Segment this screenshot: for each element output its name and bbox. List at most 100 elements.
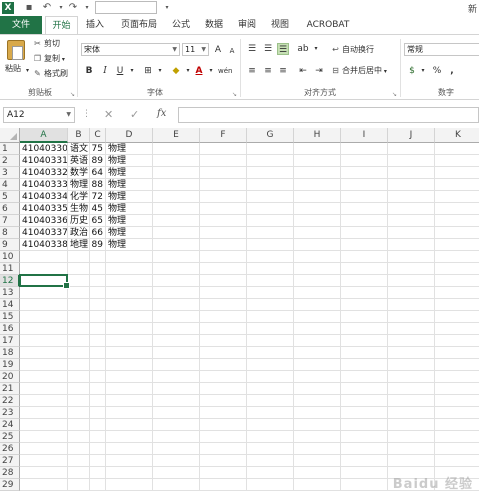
cell-f4[interactable] [200, 179, 247, 191]
cell-f15[interactable] [200, 311, 247, 323]
cell-g18[interactable] [247, 347, 294, 359]
cell-d15[interactable] [106, 311, 153, 323]
cell-f28[interactable] [200, 467, 247, 479]
row-header-28[interactable]: 28 [0, 467, 20, 479]
cell-b3[interactable]: 数学 [68, 167, 90, 179]
cell-c6[interactable]: 45 [90, 203, 106, 215]
cell-h22[interactable] [294, 395, 341, 407]
cell-d10[interactable] [106, 251, 153, 263]
redo-icon[interactable]: ↷ [66, 1, 80, 15]
name-box[interactable]: A12 ▼ [3, 107, 75, 123]
cell-b16[interactable] [68, 323, 90, 335]
cell-h6[interactable] [294, 203, 341, 215]
cell-g29[interactable] [247, 479, 294, 491]
cell-b9[interactable]: 地理 [68, 239, 90, 251]
cell-f16[interactable] [200, 323, 247, 335]
cell-g23[interactable] [247, 407, 294, 419]
cell-c28[interactable] [90, 467, 106, 479]
cell-j10[interactable] [388, 251, 435, 263]
cell-a26[interactable] [20, 443, 68, 455]
cell-a5[interactable]: 41040334 [20, 191, 68, 203]
cell-k4[interactable] [435, 179, 479, 191]
cell-a23[interactable] [20, 407, 68, 419]
column-header-j[interactable]: J [388, 128, 435, 143]
cell-e23[interactable] [153, 407, 200, 419]
cell-b17[interactable] [68, 335, 90, 347]
cell-a15[interactable] [20, 311, 68, 323]
cell-g28[interactable] [247, 467, 294, 479]
row-header-23[interactable]: 23 [0, 407, 20, 419]
cell-d20[interactable] [106, 371, 153, 383]
cell-j14[interactable] [388, 299, 435, 311]
cell-d5[interactable]: 物理 [106, 191, 153, 203]
cell-g25[interactable] [247, 431, 294, 443]
cell-a14[interactable] [20, 299, 68, 311]
row-header-13[interactable]: 13 [0, 287, 20, 299]
cell-j22[interactable] [388, 395, 435, 407]
cell-c29[interactable] [90, 479, 106, 491]
row-header-19[interactable]: 19 [0, 359, 20, 371]
cell-e27[interactable] [153, 455, 200, 467]
cell-d18[interactable] [106, 347, 153, 359]
cell-j15[interactable] [388, 311, 435, 323]
cell-e15[interactable] [153, 311, 200, 323]
cell-e9[interactable] [153, 239, 200, 251]
cell-h27[interactable] [294, 455, 341, 467]
cell-f17[interactable] [200, 335, 247, 347]
row-header-9[interactable]: 9 [0, 239, 20, 251]
cell-i13[interactable] [341, 287, 388, 299]
tab-page-layout[interactable]: 页面布局 [114, 16, 164, 34]
cell-g6[interactable] [247, 203, 294, 215]
cell-a10[interactable] [20, 251, 68, 263]
cell-b26[interactable] [68, 443, 90, 455]
row-header-3[interactable]: 3 [0, 167, 20, 179]
cell-e8[interactable] [153, 227, 200, 239]
row-header-7[interactable]: 7 [0, 215, 20, 227]
cell-k12[interactable] [435, 275, 479, 287]
cell-h13[interactable] [294, 287, 341, 299]
cell-k19[interactable] [435, 359, 479, 371]
cell-a20[interactable] [20, 371, 68, 383]
cell-i1[interactable] [341, 143, 388, 155]
row-header-8[interactable]: 8 [0, 227, 20, 239]
column-header-f[interactable]: F [200, 128, 247, 143]
cell-f1[interactable] [200, 143, 247, 155]
cell-b22[interactable] [68, 395, 90, 407]
cell-f29[interactable] [200, 479, 247, 491]
cell-c14[interactable] [90, 299, 106, 311]
cell-g10[interactable] [247, 251, 294, 263]
column-header-c[interactable]: C [90, 128, 106, 143]
cell-a27[interactable] [20, 455, 68, 467]
cell-j1[interactable] [388, 143, 435, 155]
cell-b20[interactable] [68, 371, 90, 383]
cell-h24[interactable] [294, 419, 341, 431]
tab-insert[interactable]: 插入 [80, 16, 110, 34]
cell-h7[interactable] [294, 215, 341, 227]
cell-b25[interactable] [68, 431, 90, 443]
cell-b10[interactable] [68, 251, 90, 263]
column-header-b[interactable]: B [68, 128, 90, 143]
cell-d23[interactable] [106, 407, 153, 419]
cell-i21[interactable] [341, 383, 388, 395]
row-header-27[interactable]: 27 [0, 455, 20, 467]
cell-c18[interactable] [90, 347, 106, 359]
cell-c25[interactable] [90, 431, 106, 443]
cell-e20[interactable] [153, 371, 200, 383]
cell-h11[interactable] [294, 263, 341, 275]
cell-j13[interactable] [388, 287, 435, 299]
cell-e10[interactable] [153, 251, 200, 263]
insert-function-button[interactable]: fx [157, 108, 166, 119]
cell-g4[interactable] [247, 179, 294, 191]
bold-button[interactable]: B [83, 65, 95, 77]
cell-h20[interactable] [294, 371, 341, 383]
cell-b12[interactable] [68, 275, 90, 287]
cell-g15[interactable] [247, 311, 294, 323]
active-cell-selection[interactable] [19, 274, 70, 289]
phonetic-guide-button[interactable]: wén [218, 65, 232, 77]
cell-g27[interactable] [247, 455, 294, 467]
shrink-font-button[interactable]: A [226, 45, 238, 57]
formula-input[interactable] [178, 107, 479, 123]
row-header-11[interactable]: 11 [0, 263, 20, 275]
row-header-22[interactable]: 22 [0, 395, 20, 407]
cell-j20[interactable] [388, 371, 435, 383]
